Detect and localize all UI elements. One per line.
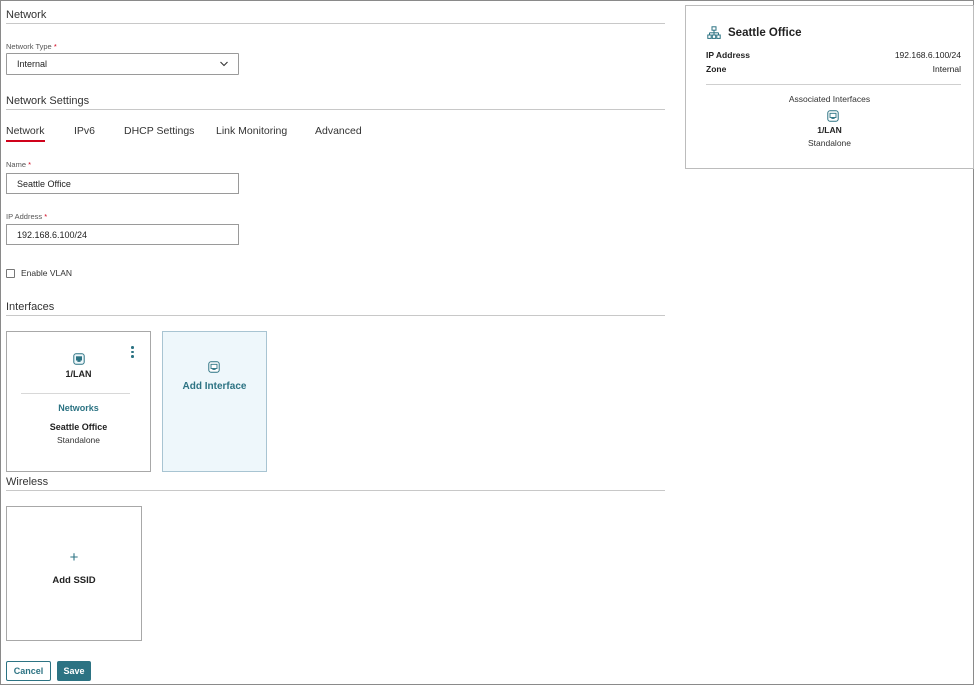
ethernet-port-icon: [827, 110, 839, 122]
summary-interface-mode: Standalone: [807, 138, 851, 148]
network-section-title: Network: [6, 9, 47, 21]
tab-advanced[interactable]: Advanced: [315, 125, 362, 137]
interface-card-divider: [21, 393, 130, 394]
summary-zone-value: Internal: [932, 64, 961, 74]
tab-link-monitoring[interactable]: Link Monitoring: [216, 125, 287, 137]
ethernet-port-icon: [208, 361, 220, 373]
enable-vlan-label: Enable VLAN: [21, 268, 73, 278]
interfaces-section-divider: [6, 315, 665, 316]
network-type-value: Internal: [17, 59, 48, 69]
enable-vlan-checkbox[interactable]: [6, 268, 15, 278]
network-type-label: Network Type *: [6, 42, 57, 51]
network-tree-icon: [707, 26, 721, 39]
tab-dhcp-settings[interactable]: DHCP Settings: [124, 125, 194, 137]
network-settings-title: Network Settings: [6, 95, 90, 107]
add-ssid-button[interactable]: + Add SSID: [6, 506, 142, 641]
enable-vlan-row: Enable VLAN: [6, 268, 72, 278]
name-label: Name *: [6, 160, 32, 169]
summary-interface-name: 1/LAN: [817, 125, 842, 135]
interface-menu-icon[interactable]: [131, 346, 134, 358]
add-interface-button[interactable]: Add Interface: [162, 331, 267, 472]
network-summary-panel: Seattle Office IP Address 192.168.6.100/…: [685, 5, 974, 169]
add-interface-label: Add Interface: [182, 381, 247, 392]
summary-ip-value: 192.168.6.100/24: [894, 50, 961, 60]
interfaces-section-title: Interfaces: [6, 301, 55, 313]
interface-network-name: Seattle Office: [49, 422, 108, 432]
summary-associated-heading: Associated Interfaces: [788, 94, 871, 104]
tab-ipv6[interactable]: IPv6: [74, 125, 95, 137]
summary-ip-label: IP Address: [706, 50, 750, 60]
network-type-select[interactable]: Internal: [6, 53, 239, 75]
add-ssid-label: Add SSID: [52, 575, 96, 586]
ip-address-input[interactable]: [6, 224, 239, 245]
name-input[interactable]: [6, 173, 239, 194]
chevron-down-icon: [220, 61, 228, 67]
wireless-section-title: Wireless: [6, 476, 49, 488]
cancel-button[interactable]: Cancel: [6, 661, 51, 681]
ip-address-label: IP Address *: [6, 212, 48, 221]
tab-network[interactable]: Network: [6, 125, 45, 142]
plus-icon: +: [69, 549, 79, 566]
summary-divider: [706, 84, 961, 85]
summary-zone-label: Zone: [706, 64, 727, 74]
interface-name: 1/LAN: [65, 369, 92, 379]
interface-card[interactable]: 1/LAN Networks Seattle Office Standalone: [6, 331, 151, 472]
network-section-divider: [6, 23, 665, 24]
save-button[interactable]: Save: [57, 661, 91, 681]
interface-network-mode: Standalone: [56, 435, 100, 445]
network-settings-divider: [6, 109, 665, 110]
wireless-section-divider: [6, 490, 665, 491]
ethernet-port-icon: [73, 353, 85, 365]
interface-networks-heading: Networks: [58, 403, 99, 413]
summary-title: Seattle Office: [728, 27, 802, 39]
